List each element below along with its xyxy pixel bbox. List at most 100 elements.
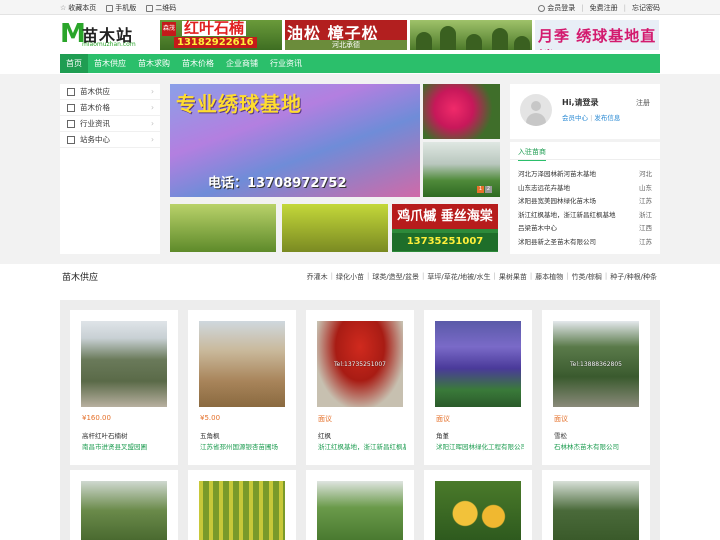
list-item[interactable]: 山东志远花卉基地 山东 [518, 181, 652, 195]
list-item[interactable]: 吕梁苗木中心 江西 [518, 222, 652, 236]
nav-news[interactable]: 行业资讯 [264, 54, 308, 73]
nav-buy[interactable]: 苗木求购 [132, 54, 176, 73]
price-icon [67, 104, 75, 112]
tree-shape [492, 28, 508, 50]
category-link[interactable]: 竹类/棕榈 [569, 272, 605, 282]
nav-home[interactable]: 首页 [60, 54, 88, 73]
product-image[interactable] [199, 321, 285, 407]
slide-dot[interactable]: 2 [485, 186, 492, 193]
category-link[interactable]: 果树果苗 [496, 272, 530, 282]
product-name[interactable]: 角堇 [436, 430, 524, 440]
category-link[interactable]: 草坪/草花/地被/水生 [424, 272, 493, 282]
product-image[interactable] [81, 481, 167, 540]
product-company[interactable]: 浙江红枫基地，浙江新昌红枫基地 [318, 441, 406, 451]
mobile-link[interactable]: 手机版 [106, 3, 136, 13]
category-link[interactable]: 乔灌木 [304, 272, 331, 282]
qrcode-icon [146, 4, 154, 12]
sidebar-item-news[interactable]: 行业资讯 › [60, 116, 160, 132]
bookmark-link[interactable]: ☆ 收藏本页 [60, 3, 96, 13]
hero-side-image-greenhouse[interactable]: 1 2 [423, 142, 500, 197]
hero-slide[interactable]: 专业绣球基地 电话：13708972752 [170, 84, 420, 197]
list-item[interactable]: 浙江红枫基地，浙江新昌红枫基地 浙江 [518, 208, 652, 222]
category-link[interactable]: 藤本植物 [532, 272, 566, 282]
category-link[interactable]: 球类/造型/盆景 [369, 272, 422, 282]
product-card[interactable]: Tel:13735251007 面议 红枫 浙江红枫基地，浙江新昌红枫基地 [306, 310, 414, 465]
product-company[interactable]: 江苏省邳州国源银杏苗圃场 [200, 441, 288, 451]
hero-phone: 电话：13708972752 [208, 176, 347, 191]
hero-headline: 专业绣球基地 [176, 92, 302, 116]
post-info-link[interactable]: 发布信息 [594, 114, 620, 122]
qrcode-link[interactable]: 二维码 [146, 3, 176, 13]
image-tel: Tel:13888362805 [569, 361, 623, 368]
service-icon [67, 136, 75, 144]
register-button[interactable]: 注册 [636, 98, 650, 108]
user-panel: Hi,请登录 注册 会员中心 | 发布信息 [510, 84, 660, 139]
banner-ad-pine[interactable]: 油松 樟子松 河北承德 [285, 20, 407, 50]
product-card[interactable]: 面议 角堇 沭阳江晖园林绿化工程有限公司 [424, 310, 532, 465]
product-name[interactable]: 五角枫 [200, 430, 288, 440]
banner-ad-rose[interactable]: 月季 绣球基地直销 [535, 20, 659, 50]
product-card[interactable]: ¥160.00 高杆红叶石楠树 南昌市进贤县叉盟园圃 [70, 310, 178, 465]
product-price: ¥5.00 [200, 414, 221, 422]
image-tel: Tel:13735251007 [333, 361, 387, 368]
tree-shape [440, 26, 456, 50]
login-link[interactable]: 会员登录 [538, 3, 575, 13]
top-bar: ☆ 收藏本页 手机版 二维码 会员登录 | 免费注册 | 忘记密码 [0, 0, 720, 15]
product-card[interactable] [424, 470, 532, 540]
member-center-link[interactable]: 会员中心 [562, 114, 588, 122]
product-card[interactable] [542, 470, 650, 540]
small-ad-maple[interactable]: 鸡爪槭 垂丝海棠 13735251007 [392, 204, 498, 252]
product-card[interactable] [306, 470, 414, 540]
nav-supply[interactable]: 苗木供应 [88, 54, 132, 73]
nav-price[interactable]: 苗木价格 [176, 54, 220, 73]
product-image[interactable] [199, 481, 285, 540]
sidebar-item-service[interactable]: 站务中心 › [60, 132, 160, 148]
logo-domain: miaomuzhan.com [82, 41, 136, 48]
product-image[interactable] [435, 481, 521, 540]
sidebar-item-supply[interactable]: 苗木供应 › [60, 84, 160, 100]
product-image[interactable]: Tel:13735251007 [317, 321, 403, 407]
product-card[interactable] [188, 470, 296, 540]
slide-dot[interactable]: 1 [477, 186, 484, 193]
tree-shape [514, 36, 530, 50]
star-icon: ☆ [60, 3, 67, 12]
hero-banner: 专业绣球基地 电话：13708972752 1 2 [170, 84, 500, 197]
divider [510, 159, 660, 160]
product-card[interactable] [70, 470, 178, 540]
chevron-right-icon: › [151, 87, 154, 96]
banner-ad-trees[interactable] [410, 20, 532, 50]
product-company[interactable]: 石林林杰苗木有限公司 [554, 441, 642, 451]
small-ad-shrubs[interactable] [170, 204, 276, 252]
category-link[interactable]: 种子/种根/种条 [607, 272, 660, 282]
product-image[interactable]: Tel:13888362805 [553, 321, 639, 407]
product-image[interactable] [317, 481, 403, 540]
list-item[interactable]: 沭阳县宽美园林绿化苗木场 江苏 [518, 195, 652, 209]
product-image[interactable] [435, 321, 521, 407]
list-item[interactable]: 沭阳县新之圣苗木有限公司 江苏 [518, 235, 652, 249]
ad-badge: 森茂 [162, 22, 176, 36]
sidebar-item-price[interactable]: 苗木价格 › [60, 100, 160, 116]
user-links: 会员中心 | 发布信息 [562, 112, 620, 122]
site-logo[interactable]: M 苗木站 miaomuzhan.com [60, 21, 148, 49]
banner-ad-shinan[interactable]: 森茂 红叶石楠 13182922616 [160, 20, 282, 50]
product-card[interactable]: Tel:13888362805 面议 雪松 石林林杰苗木有限公司 [542, 310, 650, 465]
list-item[interactable]: 河北万泽园林新河苗木基地 河北 [518, 168, 652, 182]
product-company[interactable]: 沭阳江晖园林绿化工程有限公司 [436, 441, 524, 451]
ad-title: 红叶石楠 [182, 20, 247, 37]
product-name[interactable]: 红枫 [318, 430, 406, 440]
product-company[interactable]: 南昌市进贤县叉盟园圃 [82, 441, 170, 451]
small-ads: 鸡爪槭 垂丝海棠 13735251007 [170, 204, 500, 254]
small-ad-golden-shrubs[interactable] [282, 204, 388, 252]
login-greeting[interactable]: Hi,请登录 [562, 97, 598, 108]
product-card[interactable]: ¥5.00 五角枫 江苏省邳州国源银杏苗圃场 [188, 310, 296, 465]
phone-icon [106, 4, 114, 12]
hero-side-image-flowers[interactable] [423, 84, 500, 139]
product-image[interactable] [553, 481, 639, 540]
product-image[interactable] [81, 321, 167, 407]
register-link[interactable]: 免费注册 [590, 3, 618, 13]
forgot-password-link[interactable]: 忘记密码 [632, 3, 660, 13]
product-name[interactable]: 高杆红叶石楠树 [82, 430, 170, 440]
category-link[interactable]: 绿化小苗 [333, 272, 367, 282]
nav-shops[interactable]: 企业商铺 [220, 54, 264, 73]
product-name[interactable]: 雪松 [554, 430, 642, 440]
